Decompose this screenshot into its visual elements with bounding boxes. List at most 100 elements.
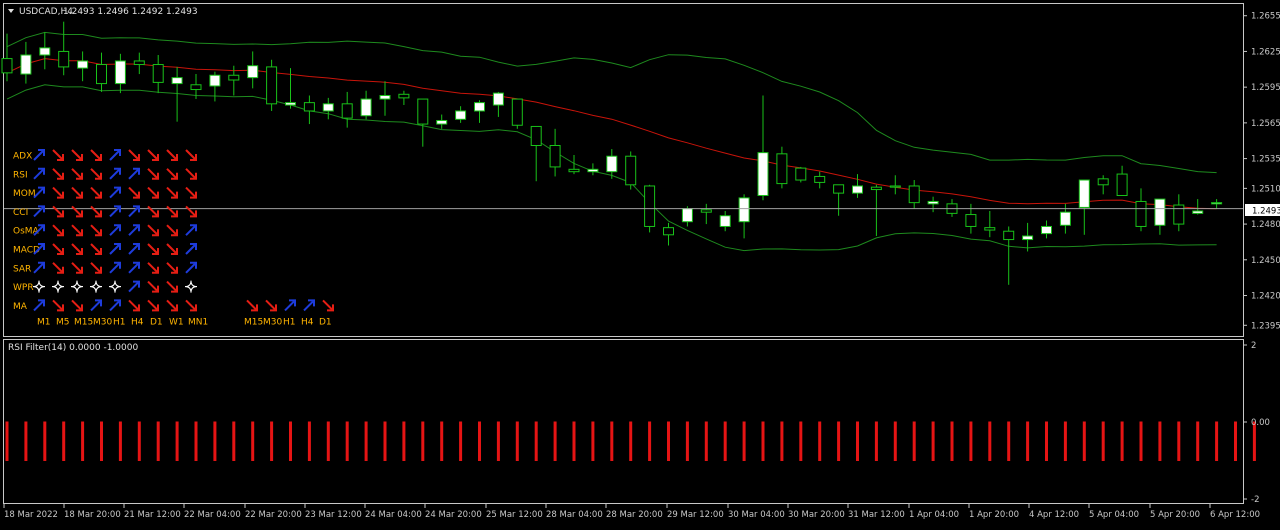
rsi-filter-bar (5, 421, 9, 461)
candle (266, 59, 278, 111)
time-tick-label: 5 Apr 04:00 (1089, 510, 1139, 520)
timeframe-label: H4 (301, 318, 314, 328)
price-tick-label: 1.2510 (1251, 184, 1280, 194)
candle-body (20, 54, 32, 75)
timeframe-label: D1 (319, 318, 332, 328)
candle-body (1041, 225, 1052, 235)
time-tick-label: 31 Mar 12:00 (848, 510, 905, 520)
signal-row-label: SAR (13, 264, 31, 274)
rsi-filter-bar (24, 421, 28, 461)
candle-body (606, 155, 618, 173)
candle-body (1, 58, 13, 74)
candle-body (663, 227, 674, 236)
candle-body (96, 64, 107, 85)
candle-body (303, 102, 315, 112)
rsi-filter-bar (289, 421, 292, 461)
signal-row-label: RSI (13, 170, 28, 180)
candle-body (984, 227, 996, 231)
candle (625, 151, 637, 190)
rsi-filter-bar (326, 421, 330, 461)
rsi-filter-bar (969, 421, 973, 461)
rsi-filter-bar (251, 421, 255, 461)
signal-row-label: MOM (13, 189, 36, 199)
timeframe-label: M1 (37, 318, 51, 328)
candle-body (927, 200, 939, 205)
timeframe-label: M15 (74, 318, 93, 328)
signal-row-label: OsMA (13, 227, 40, 237)
rsi-filter-bar (591, 421, 595, 461)
candle-body (889, 185, 901, 188)
timeframe-label: W1 (169, 318, 184, 328)
rsi-filter-bar (780, 421, 784, 461)
rsi-filter-bar (232, 421, 236, 461)
price-tick-label: 1.2535 (1251, 155, 1280, 165)
rsi-filter-bar (156, 421, 160, 461)
rsi-tick-label: 2 (1251, 341, 1256, 351)
time-tick-label: 1 Apr 04:00 (909, 510, 959, 520)
candle-body (398, 93, 410, 99)
time-tick-label: 22 Mar 20:00 (245, 510, 302, 520)
rsi-filter-bar (118, 421, 122, 461)
candle-body (1097, 178, 1109, 186)
price-tick-label: 1.2655 (1251, 12, 1280, 22)
rsi-filter-bar (950, 421, 954, 461)
time-tick-label: 28 Mar 04:00 (546, 510, 603, 520)
time-tick-label: 21 Mar 12:00 (124, 510, 181, 520)
rsi-tick-label: -2 (1251, 495, 1259, 505)
candle-body (228, 74, 240, 81)
candle-body (852, 185, 863, 194)
time-tick-label: 4 Apr 12:00 (1029, 510, 1079, 520)
rsi-filter-bar (137, 421, 141, 461)
rsi-filter-bar (307, 421, 311, 461)
price-tick-label: 1.2450 (1251, 256, 1280, 266)
candle-body (247, 65, 259, 79)
candle-body (719, 215, 731, 227)
rsi-filter-bar (383, 421, 387, 461)
time-tick-label: 5 Apr 20:00 (1150, 510, 1200, 520)
candle-body (379, 94, 391, 100)
candle (511, 98, 523, 129)
candle-body (1116, 173, 1128, 197)
candle-body (190, 84, 202, 91)
rsi-filter-bar (723, 421, 727, 461)
candle-body (530, 125, 542, 146)
candle (795, 166, 807, 183)
candle-body (681, 208, 693, 223)
price-tick-label: 1.2625 (1251, 47, 1280, 57)
candle-body (625, 155, 637, 186)
time-tick-label: 24 Mar 20:00 (425, 510, 482, 520)
rsi-filter-bar (988, 421, 992, 461)
rsi-filter-bar (874, 421, 878, 461)
candle-body (171, 77, 183, 85)
rsi-filter-bar (1234, 421, 1237, 461)
rsi-filter-bar (459, 421, 463, 461)
rsi-filter-title: RSI Filter(14) 0.0000 -1.0000 (8, 343, 138, 353)
rsi-filter-bar (270, 421, 274, 461)
ohlc-readout: 1.2493 1.2496 1.2492 1.2493 (63, 7, 198, 17)
rsi-filter-bar (534, 421, 538, 461)
rsi-filter-bar (799, 421, 803, 461)
rsi-filter-bar (364, 421, 368, 461)
candle-body (455, 110, 467, 120)
rsi-filter-bar (496, 421, 500, 461)
candle-body (492, 92, 504, 106)
candle-body (77, 60, 89, 69)
rsi-filter-bar (685, 421, 689, 461)
candle-body (795, 167, 807, 181)
rsi-filter-bar (931, 421, 935, 461)
chart-canvas[interactable]: USDCAD,H4 1.2493 1.2496 1.2492 1.2493 AD… (0, 0, 1280, 526)
candle-body (209, 74, 221, 87)
signal-row-label: ADX (13, 152, 32, 162)
chart-window[interactable]: USDCAD,H4 1.2493 1.2496 1.2492 1.2493 AD… (0, 0, 1280, 526)
rsi-filter-bar (175, 421, 179, 461)
rsi-filter-bar (440, 421, 444, 461)
rsi-filter-bar (1063, 421, 1067, 461)
time-tick-label: 28 Mar 20:00 (606, 510, 663, 520)
rsi-filter-bar (402, 421, 406, 461)
time-tick-label: 18 Mar 20:00 (64, 510, 121, 520)
rsi-filter-bar (610, 421, 614, 461)
timeframe-label: MN1 (188, 318, 208, 328)
candle-body (1022, 235, 1034, 241)
signal-row-label: MA (13, 302, 28, 312)
rsi-filter-bar (1196, 421, 1200, 461)
